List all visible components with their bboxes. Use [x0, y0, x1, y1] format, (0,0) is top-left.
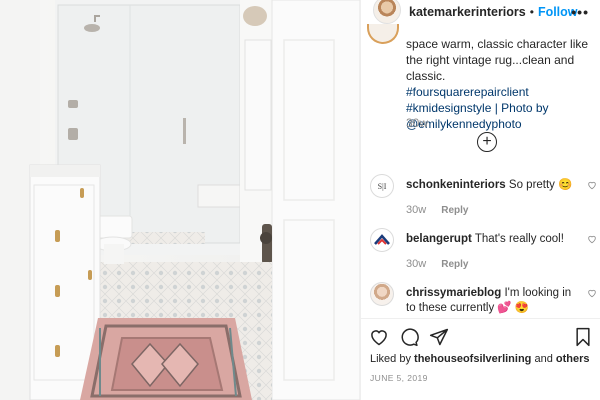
- comment-avatar[interactable]: S|I: [370, 174, 394, 198]
- reply-button[interactable]: Reply: [441, 259, 468, 270]
- heart-icon[interactable]: [587, 234, 597, 247]
- comment-icon[interactable]: [399, 327, 419, 347]
- comment-body: That's really cool!: [474, 233, 564, 245]
- avatar-monogram: S|I: [377, 181, 387, 191]
- load-more-comments-button[interactable]: +: [477, 132, 497, 152]
- comment-time: 30w: [406, 258, 427, 270]
- caption-timestamp: 30w: [406, 116, 429, 130]
- bookmark-icon[interactable]: [573, 327, 593, 347]
- likes-summary: Liked by thehouseofsilverlining and othe…: [370, 353, 590, 365]
- plus-circle-icon: +: [482, 133, 492, 150]
- comment-username[interactable]: schonkeninteriors: [406, 179, 506, 191]
- profile-avatar[interactable]: [373, 0, 401, 24]
- more-options-icon[interactable]: •••: [571, 4, 589, 20]
- comment-text: belangerupt That's really cool!: [406, 232, 576, 247]
- comment-meta: 30w Reply: [406, 258, 468, 270]
- likes-connector: and: [534, 353, 553, 365]
- post-header: katemarkerinteriors • Follow •••: [361, 0, 600, 24]
- comment-username[interactable]: chrissymarieblog: [406, 287, 501, 299]
- comment-item: belangerupt That's really cool! 30w Repl…: [361, 228, 600, 278]
- likes-others-link[interactable]: others: [556, 353, 590, 365]
- liker-username[interactable]: thehouseofsilverlining: [414, 353, 531, 365]
- post-photo[interactable]: [0, 0, 360, 400]
- brand-logo-icon: [374, 234, 390, 245]
- comment-username[interactable]: belangerupt: [406, 233, 472, 245]
- heart-icon[interactable]: [587, 288, 597, 301]
- comment-avatar[interactable]: [370, 228, 394, 252]
- comment-item: S|I schonkeninteriors So pretty 😊 30w Re…: [361, 174, 600, 224]
- hashtag-link[interactable]: #kmidesignstyle | Photo by: [406, 100, 596, 116]
- likes-prefix: Liked by: [370, 353, 411, 365]
- post-sidebar: space warm, classic character like the r…: [360, 0, 600, 400]
- post-caption: space warm, classic character like the r…: [406, 36, 596, 132]
- separator-dot: •: [529, 5, 534, 19]
- comment-text: schonkeninteriors So pretty 😊: [406, 178, 576, 193]
- caption-text: space warm, classic character like the r…: [406, 37, 589, 83]
- header-username[interactable]: katemarkerinteriors: [409, 5, 526, 19]
- heart-icon[interactable]: [587, 180, 597, 193]
- heart-icon[interactable]: [369, 327, 389, 347]
- reply-button[interactable]: Reply: [441, 205, 468, 216]
- hashtag-link[interactable]: #foursquarerepairclient: [406, 84, 596, 100]
- comment-text: chrissymarieblog I'm looking in to these…: [406, 286, 576, 316]
- comment-body: So pretty 😊: [508, 179, 573, 191]
- comment-time: 30w: [406, 204, 427, 216]
- bathroom-photo: [0, 0, 360, 400]
- mention-link[interactable]: @emilykennedyphoto: [406, 116, 596, 132]
- post-actions: Liked by thehouseofsilverlining and othe…: [361, 318, 600, 400]
- share-icon[interactable]: [429, 327, 449, 347]
- post-date[interactable]: JUNE 5, 2019: [370, 373, 428, 383]
- comment-avatar[interactable]: [370, 282, 394, 306]
- comment-meta: 30w Reply: [406, 204, 468, 216]
